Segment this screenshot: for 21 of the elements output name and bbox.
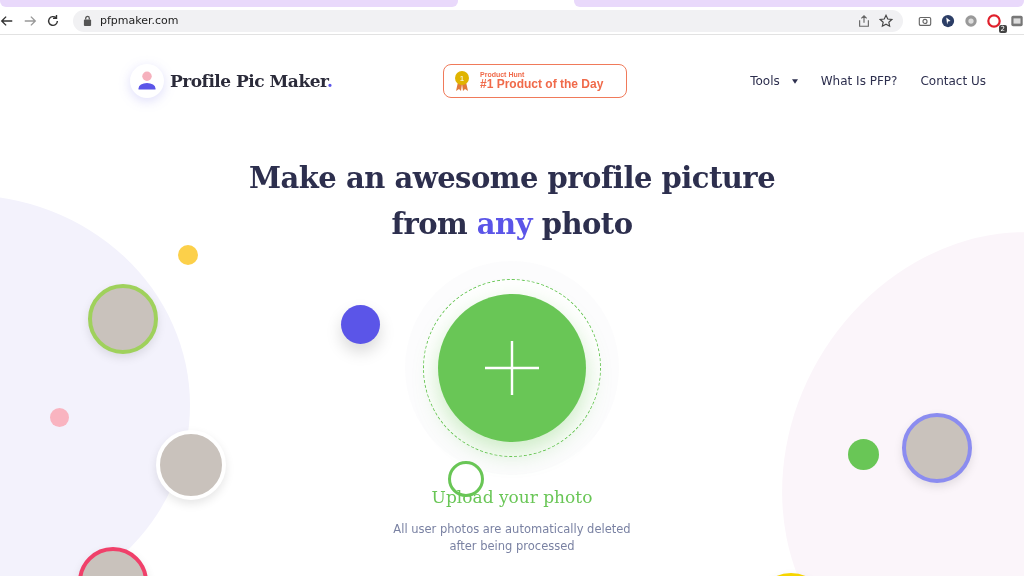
cursor-extension-icon[interactable] [941, 13, 955, 28]
plus-icon [485, 341, 539, 395]
lock-icon [83, 15, 92, 26]
privacy-note: All user photos are automatically deleted after being processed [393, 521, 631, 555]
decorative-dot [178, 245, 198, 265]
globe-extension-icon[interactable] [964, 13, 978, 28]
share-icon[interactable] [857, 13, 871, 28]
nav-link[interactable]: Tools [750, 74, 798, 88]
headline: Make an awesome profile picture from any photo [248, 160, 776, 243]
nav-link[interactable]: Contact Us [920, 74, 986, 88]
forward-icon[interactable] [23, 13, 37, 28]
caret-icon[interactable] [791, 78, 798, 84]
star-icon[interactable] [879, 13, 893, 28]
extension-icon[interactable] [987, 13, 1001, 28]
extension-puzzle-icon[interactable] [1010, 13, 1024, 28]
reload-icon[interactable] [46, 13, 60, 28]
nav-link[interactable]: What Is PFP? [820, 74, 898, 88]
decorative-dot [341, 305, 380, 344]
address-bar[interactable]: pfpmaker.com [73, 9, 903, 32]
brand-name[interactable]: Profile Pic Maker. [170, 71, 333, 91]
back-icon[interactable] [0, 13, 14, 28]
